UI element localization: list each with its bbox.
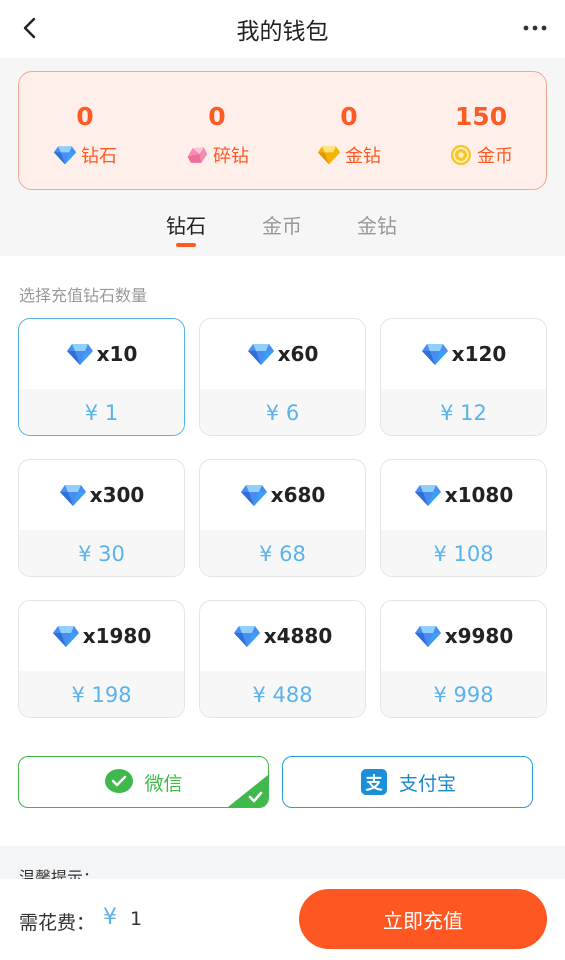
balance-gold-coin-value: 150: [454, 102, 508, 131]
cost-label: 需花费：: [19, 912, 96, 934]
package-price: ¥ 68: [200, 530, 365, 576]
package-quantity-row: x60: [200, 319, 365, 389]
package-quantity-row: x4880: [200, 601, 365, 671]
package-price: ¥ 6: [200, 389, 365, 435]
balance-gold-diamond-value: 0: [340, 102, 358, 131]
tab-gold-coin[interactable]: 金币: [242, 210, 322, 239]
balance-gold-coin-label: 金币: [477, 146, 513, 167]
diamond-icon: [59, 485, 86, 506]
gold-diamond-icon: [317, 146, 341, 165]
balance-diamond-value: 0: [76, 102, 94, 131]
package-quantity-row: x120: [381, 319, 546, 389]
wechat-pay-label: 微信: [144, 772, 183, 795]
page-title: 我的钱包: [236, 19, 329, 45]
balance-card: 0 钻石 0 碎钻 0 金钻 150 金币: [18, 71, 547, 190]
diamond-icon: [247, 344, 274, 365]
alipay-label: 支付宝: [398, 772, 456, 795]
section-label: 选择充值钻石数量: [19, 286, 148, 305]
package-card[interactable]: x680 ¥ 68: [199, 459, 366, 577]
balance-gold-diamond: 0 金钻: [283, 72, 415, 189]
package-price: ¥ 12: [381, 389, 546, 435]
package-card[interactable]: x1080 ¥ 108: [380, 459, 547, 577]
cost-currency: ¥: [103, 905, 117, 930]
package-price: ¥ 198: [19, 671, 184, 717]
package-quantity-row: x300: [19, 460, 184, 530]
package-quantity: x60: [277, 342, 319, 366]
package-card[interactable]: x1980 ¥ 198: [18, 600, 185, 718]
package-price: ¥ 488: [200, 671, 365, 717]
currency-tabs: 钻石 金币 金钻: [0, 206, 565, 250]
package-quantity: x1980: [82, 624, 152, 648]
package-quantity: x300: [89, 483, 145, 507]
package-quantity: x4880: [263, 624, 333, 648]
diamond-icon: [421, 344, 448, 365]
package-card[interactable]: x10 ¥ 1: [18, 318, 185, 436]
package-card[interactable]: x60 ¥ 6: [199, 318, 366, 436]
diamond-icon: [52, 626, 79, 647]
package-price: ¥ 30: [19, 530, 184, 576]
package-card[interactable]: x9980 ¥ 998: [380, 600, 547, 718]
package-quantity: x9980: [444, 624, 514, 648]
cost-value: 1: [130, 908, 143, 930]
package-quantity: x120: [451, 342, 507, 366]
pink-gem-icon: [187, 147, 208, 163]
package-quantity-row: x1080: [381, 460, 546, 530]
diamond-icon: [414, 485, 441, 506]
tab-active-indicator: [176, 243, 196, 247]
recharge-panel: 选择充值钻石数量 x10 ¥ 1 x60 ¥ 6 x120 ¥ 12 x300 ¥ 30 x68…: [0, 256, 565, 846]
package-card[interactable]: x4880 ¥ 488: [199, 600, 366, 718]
tab-diamond[interactable]: 钻石: [146, 210, 226, 239]
selected-check-icon: [228, 775, 268, 807]
balance-diamond-label: 钻石: [81, 146, 117, 167]
package-price: ¥ 1: [19, 389, 184, 435]
wallet-summary-area: 0 钻石 0 碎钻 0 金钻 150 金币 钻石 金币 金钻: [0, 58, 565, 256]
more-dots-icon[interactable]: [521, 16, 549, 40]
diamond-icon: [66, 344, 93, 365]
package-card[interactable]: x300 ¥ 30: [18, 459, 185, 577]
diamond-icon: [53, 146, 77, 165]
wechat-pay-button[interactable]: 微信: [18, 756, 269, 808]
package-price: ¥ 108: [381, 530, 546, 576]
package-quantity-row: x10: [19, 319, 184, 389]
package-quantity-row: x1980: [19, 601, 184, 671]
wechat-pay-icon: [105, 769, 134, 793]
package-quantity-row: x9980: [381, 601, 546, 671]
diamond-icon: [233, 626, 260, 647]
footer-bar: 需花费： ¥ 1 立即充值: [0, 879, 565, 960]
balance-gold-coin: 150 金币: [415, 72, 547, 189]
header-bar: 我的钱包: [0, 0, 565, 58]
diamond-icon: [414, 626, 441, 647]
gold-coin-icon: [450, 144, 472, 166]
package-quantity-row: x680: [200, 460, 365, 530]
tab-gold-diamond[interactable]: 金钻: [337, 210, 417, 239]
balance-fragment-label: 碎钻: [213, 146, 249, 167]
package-card[interactable]: x120 ¥ 12: [380, 318, 547, 436]
recharge-now-button[interactable]: 立即充值: [299, 889, 547, 949]
svg-text:支: 支: [365, 773, 383, 794]
balance-fragment-value: 0: [208, 102, 226, 131]
balance-gold-diamond-label: 金钻: [345, 146, 381, 167]
balance-diamond: 0 钻石: [19, 72, 151, 189]
diamond-icon: [240, 485, 267, 506]
balance-fragment: 0 碎钻: [151, 72, 283, 189]
package-quantity: x1080: [444, 483, 514, 507]
package-quantity: x10: [96, 342, 138, 366]
alipay-icon: 支: [360, 769, 387, 795]
package-price: ¥ 998: [381, 671, 546, 717]
package-quantity: x680: [270, 483, 326, 507]
alipay-button[interactable]: 支 支付宝: [282, 756, 533, 808]
